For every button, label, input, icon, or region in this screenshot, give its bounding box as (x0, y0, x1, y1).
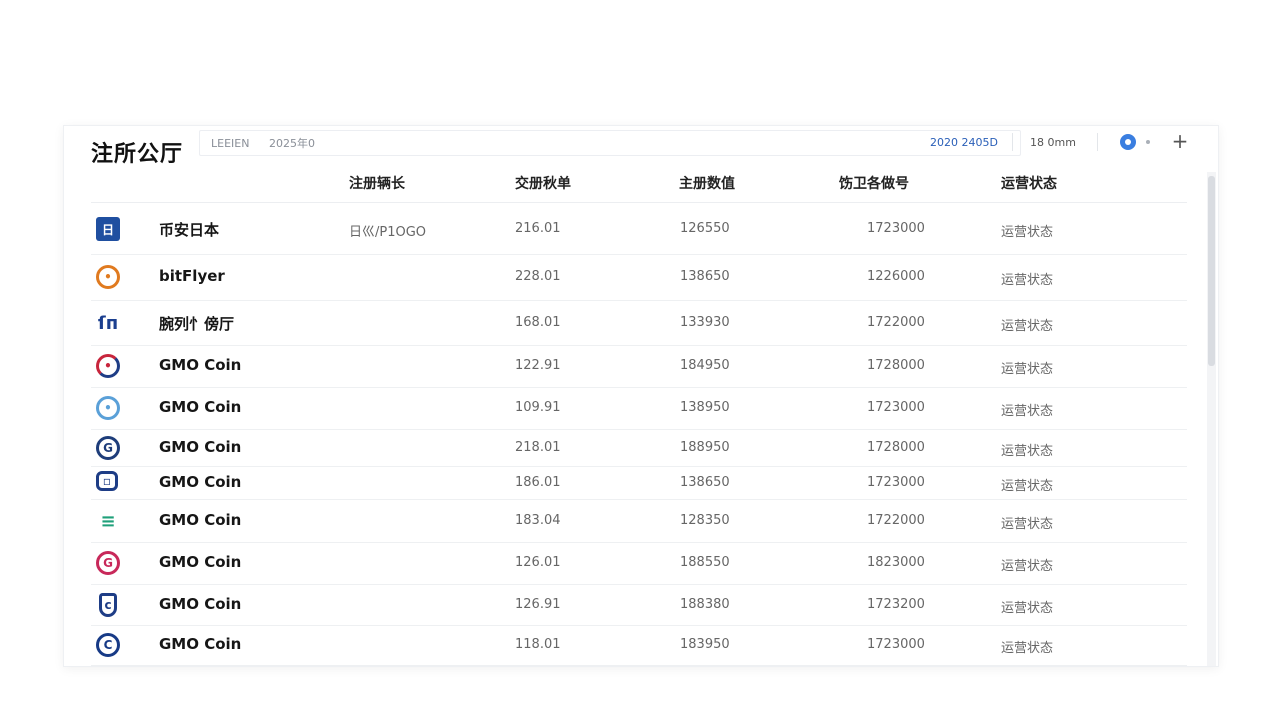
volume-cell: 109.91 (515, 400, 561, 415)
size-readout: 18 0mm (1030, 136, 1076, 149)
number-cell: 1723200 (867, 597, 925, 612)
filter-field-year[interactable]: 2025年0 (269, 137, 315, 150)
table-row[interactable]: • GMO Coin 109.91 138950 1723000 运营状态 (91, 387, 1187, 430)
volume-cell: 168.01 (515, 315, 561, 330)
number-cell: 1723000 (867, 475, 925, 490)
table-row[interactable]: G GMO Coin 126.01 188550 1823000 运营状态 (91, 542, 1187, 585)
navy-square-logo-icon: ▫ (96, 471, 118, 491)
column-header-count[interactable]: 主册数值 (679, 173, 735, 193)
volume-cell: 183.04 (515, 513, 561, 528)
more-dot-icon[interactable] (1146, 140, 1150, 144)
number-cell: 1722000 (867, 315, 925, 330)
exchange-name[interactable]: GMO Coin (159, 595, 241, 613)
exchange-table-card: 注所公厅 LEEIEN 2025年0 2020 2405D 18 0mm + 注… (63, 125, 1219, 667)
count-cell: 138650 (680, 269, 730, 284)
vertical-scrollbar[interactable] (1207, 172, 1216, 666)
date-readout[interactable]: 2020 2405D (930, 136, 998, 149)
table-row[interactable]: • bitFlyer 228.01 138650 1226000 运营状态 (91, 254, 1187, 301)
volume-cell: 118.01 (515, 637, 561, 652)
status-cell: 运营状态 (1001, 319, 1054, 334)
exchange-name[interactable]: bitFlyer (159, 267, 225, 285)
count-cell: 138950 (680, 400, 730, 415)
table-row[interactable]: c GMO Coin 126.91 188380 1723200 运营状态 (91, 584, 1187, 626)
exchange-name[interactable]: GMO Coin (159, 356, 241, 374)
table-row[interactable]: G GMO Coin 218.01 188950 1728000 运营状态 (91, 429, 1187, 467)
light-blue-ring-logo-icon: • (96, 396, 120, 420)
count-cell: 188550 (680, 555, 730, 570)
volume-cell: 228.01 (515, 269, 561, 284)
number-cell: 1723000 (867, 400, 925, 415)
registration-cell: 日巛/P1OGO (349, 225, 427, 240)
page-title: 注所公厅 (91, 142, 184, 167)
column-header-status[interactable]: 运营状态 (1001, 173, 1057, 193)
table-row[interactable]: C GMO Coin 118.01 183950 1723000 运营状态 (91, 625, 1187, 666)
status-toggle-icon[interactable] (1120, 134, 1136, 150)
count-cell: 184950 (680, 358, 730, 373)
exchange-name[interactable]: GMO Coin (159, 398, 241, 416)
number-cell: 1823000 (867, 555, 925, 570)
number-cell: 1226000 (867, 269, 925, 284)
count-cell: 126550 (680, 221, 730, 236)
exchange-name[interactable]: 腕列忄傍厅 (159, 313, 234, 334)
table-header: 注册辆长 交册秋单 主册数值 饬卫各做号 运营状态 (91, 166, 1187, 203)
number-cell: 1723000 (867, 221, 925, 236)
count-cell: 188380 (680, 597, 730, 612)
count-cell: 128350 (680, 513, 730, 528)
volume-cell: 126.91 (515, 597, 561, 612)
count-cell: 138650 (680, 475, 730, 490)
table-row[interactable]: ▫ GMO Coin 186.01 138650 1723000 运营状态 (91, 466, 1187, 500)
count-cell: 183950 (680, 637, 730, 652)
exchange-name[interactable]: GMO Coin (159, 635, 241, 653)
orange-ring-logo-icon: • (96, 265, 120, 289)
exchange-name[interactable]: GMO Coin (159, 438, 241, 456)
column-header-registration[interactable]: 注册辆长 (349, 173, 405, 193)
table-row[interactable]: • GMO Coin 122.91 184950 1728000 运营状态 (91, 345, 1187, 388)
number-cell: 1728000 (867, 440, 925, 455)
number-cell: 1723000 (867, 637, 925, 652)
number-cell: 1722000 (867, 513, 925, 528)
filter-field-name[interactable]: LEEIEN (211, 137, 249, 150)
volume-cell: 218.01 (515, 440, 561, 455)
volume-cell: 216.01 (515, 221, 561, 236)
volume-cell: 126.01 (515, 555, 561, 570)
table-row[interactable]: ≡ GMO Coin 183.04 128350 1722000 运营状态 (91, 499, 1187, 543)
navy-g-logo-icon: G (96, 436, 120, 460)
status-cell: 运营状态 (1001, 404, 1054, 419)
table-row[interactable]: ſп 腕列忄傍厅 168.01 133930 1722000 运营状态 (91, 300, 1187, 346)
status-cell: 运营状态 (1001, 641, 1054, 656)
square-logo-icon: 日 (96, 217, 120, 241)
volume-cell: 186.01 (515, 475, 561, 490)
exchange-name[interactable]: GMO Coin (159, 473, 241, 491)
exchange-name[interactable]: GMO Coin (159, 511, 241, 529)
scrollbar-thumb[interactable] (1208, 176, 1215, 366)
fp-logo-icon: ſп (97, 312, 119, 334)
count-cell: 133930 (680, 315, 730, 330)
status-cell: 运营状态 (1001, 559, 1054, 574)
column-header-number[interactable]: 饬卫各做号 (839, 173, 909, 193)
exchange-name[interactable]: GMO Coin (159, 553, 241, 571)
navy-shield-logo-icon: c (99, 593, 117, 617)
status-cell: 运营状态 (1001, 444, 1054, 459)
count-cell: 188950 (680, 440, 730, 455)
exchange-name[interactable]: 币安日本 (159, 219, 219, 240)
red-g-logo-icon: G (96, 551, 120, 575)
status-cell: 运营状态 (1001, 225, 1054, 240)
status-cell: 运营状态 (1001, 362, 1054, 377)
divider (1012, 133, 1013, 151)
red-blue-ring-logo-icon: • (96, 354, 120, 378)
column-header-volume[interactable]: 交册秋单 (515, 173, 571, 193)
filter-fields[interactable]: LEEIEN 2025年0 (211, 135, 331, 151)
status-cell: 运营状态 (1001, 479, 1054, 494)
divider (1097, 133, 1098, 151)
table-row[interactable]: 日 币安日本 日巛/P1OGO 216.01 126550 1723000 运营状态 (91, 204, 1187, 255)
volume-cell: 122.91 (515, 358, 561, 373)
status-cell: 运营状态 (1001, 601, 1054, 616)
status-cell: 运营状态 (1001, 273, 1054, 288)
status-cell: 运营状态 (1001, 517, 1054, 532)
navy-c-logo-icon: C (96, 633, 120, 657)
number-cell: 1728000 (867, 358, 925, 373)
add-icon[interactable]: + (1170, 129, 1190, 153)
green-stack-logo-icon: ≡ (100, 510, 116, 532)
